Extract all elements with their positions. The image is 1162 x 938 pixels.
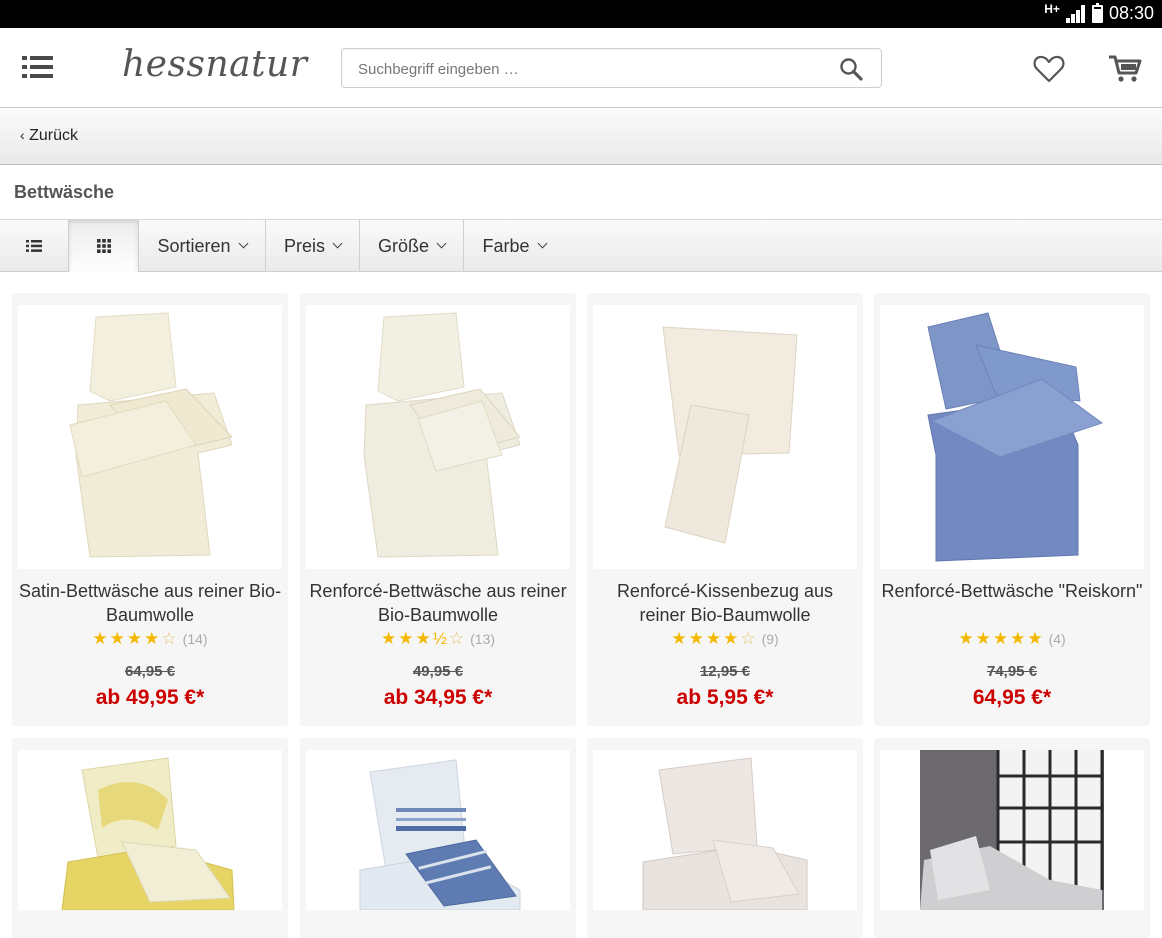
size-filter-label: Größe — [377, 235, 429, 256]
sale-price: 64,95 €* — [972, 686, 1052, 709]
price-filter[interactable]: Preis — [266, 220, 360, 272]
product-card[interactable] — [874, 738, 1150, 938]
battery-icon — [1091, 2, 1103, 23]
product-card[interactable]: Satin-Bettwäsche aus reiner Bio-Baumwoll… — [12, 293, 288, 726]
old-price: 74,95 € — [986, 663, 1038, 680]
product-image[interactable] — [306, 750, 570, 910]
search-box — [341, 48, 882, 88]
rating: ★★★½☆ (13) — [300, 629, 576, 649]
filter-bar: Sortieren Preis Größe Farbe — [0, 219, 1162, 272]
review-count: (4) — [1048, 631, 1066, 647]
product-image[interactable] — [18, 305, 282, 569]
product-image[interactable] — [593, 305, 857, 569]
product-image[interactable] — [306, 305, 570, 569]
product-image[interactable] — [593, 750, 857, 910]
list-view-button[interactable] — [0, 220, 69, 272]
status-bar: H+ 08:30 — [0, 0, 1162, 28]
search-icon[interactable] — [839, 57, 863, 81]
sale-price: ab 49,95 €* — [95, 686, 205, 709]
product-card[interactable] — [587, 738, 863, 938]
clock: 08:30 — [1108, 3, 1154, 23]
network-type: H+ — [1044, 1, 1060, 16]
cart-icon[interactable] — [1108, 54, 1142, 84]
sale-price: ab 34,95 €* — [383, 686, 493, 709]
rating-stars: ★★★★★ — [958, 629, 1045, 648]
back-button[interactable]: ‹ Zurück — [20, 127, 78, 145]
chevron-down-icon — [436, 238, 447, 248]
old-price: 49,95 € — [412, 663, 464, 680]
menu-icon[interactable] — [22, 54, 54, 82]
sort-dropdown[interactable]: Sortieren — [139, 220, 266, 272]
rating: ★★★★★ (4) — [874, 629, 1150, 649]
rating: ★★★★☆ (9) — [587, 629, 863, 649]
rating-stars: ★★★★☆ — [92, 629, 179, 648]
rating: ★★★★☆ (14) — [12, 629, 288, 649]
brand-logo[interactable]: hessnatur — [122, 44, 307, 85]
chevron-down-icon — [332, 238, 343, 248]
review-count: (9) — [761, 631, 779, 647]
page-title: Bettwäsche — [14, 182, 115, 202]
back-label: Zurück — [29, 127, 79, 144]
product-card[interactable]: Renforcé-Bettwäsche "Reiskorn" ★★★★★ (4) … — [874, 293, 1150, 726]
product-card[interactable]: Renforcé-Kissenbezug aus reiner Bio-Baum… — [587, 293, 863, 726]
product-card[interactable] — [12, 738, 288, 938]
sale-price: ab 5,95 €* — [676, 686, 774, 709]
review-count: (14) — [182, 631, 208, 647]
old-price: 64,95 € — [124, 663, 176, 680]
old-price: 12,95 € — [699, 663, 751, 680]
product-title[interactable]: Renforcé-Bettwäsche aus reiner Bio-Baumw… — [306, 579, 570, 627]
product-image[interactable] — [880, 750, 1144, 910]
search-input[interactable] — [358, 57, 818, 81]
product-image[interactable] — [18, 750, 282, 910]
color-filter[interactable]: Farbe — [464, 220, 564, 272]
chevron-down-icon — [537, 238, 547, 248]
back-bar: ‹ Zurück — [0, 109, 1162, 165]
chevron-down-icon — [238, 238, 248, 248]
chevron-left-icon: ‹ — [20, 127, 25, 143]
rating-stars: ★★★★☆ — [671, 629, 758, 648]
product-title[interactable]: Satin-Bettwäsche aus reiner Bio-Baumwoll… — [18, 579, 282, 627]
product-title[interactable]: Renforcé-Kissenbezug aus reiner Bio-Baum… — [593, 579, 857, 627]
product-image[interactable] — [880, 305, 1144, 569]
app-header: hessnatur — [0, 28, 1162, 108]
grid-view-button[interactable] — [69, 220, 139, 272]
product-title[interactable]: Renforcé-Bettwäsche "Reiskorn" — [880, 579, 1144, 603]
product-card[interactable]: Renforcé-Bettwäsche aus reiner Bio-Baumw… — [300, 293, 576, 726]
sort-label: Sortieren — [157, 235, 231, 256]
rating-stars: ★★★½☆ — [380, 629, 467, 648]
price-filter-label: Preis — [283, 235, 325, 256]
grid-view-icon — [96, 239, 111, 253]
color-filter-label: Farbe — [482, 235, 530, 256]
signal-icon — [1065, 4, 1086, 23]
heart-icon[interactable] — [1033, 54, 1065, 84]
review-count: (13) — [470, 631, 496, 647]
size-filter[interactable]: Größe — [360, 220, 464, 272]
list-view-icon — [26, 240, 42, 252]
product-card[interactable] — [300, 738, 576, 938]
